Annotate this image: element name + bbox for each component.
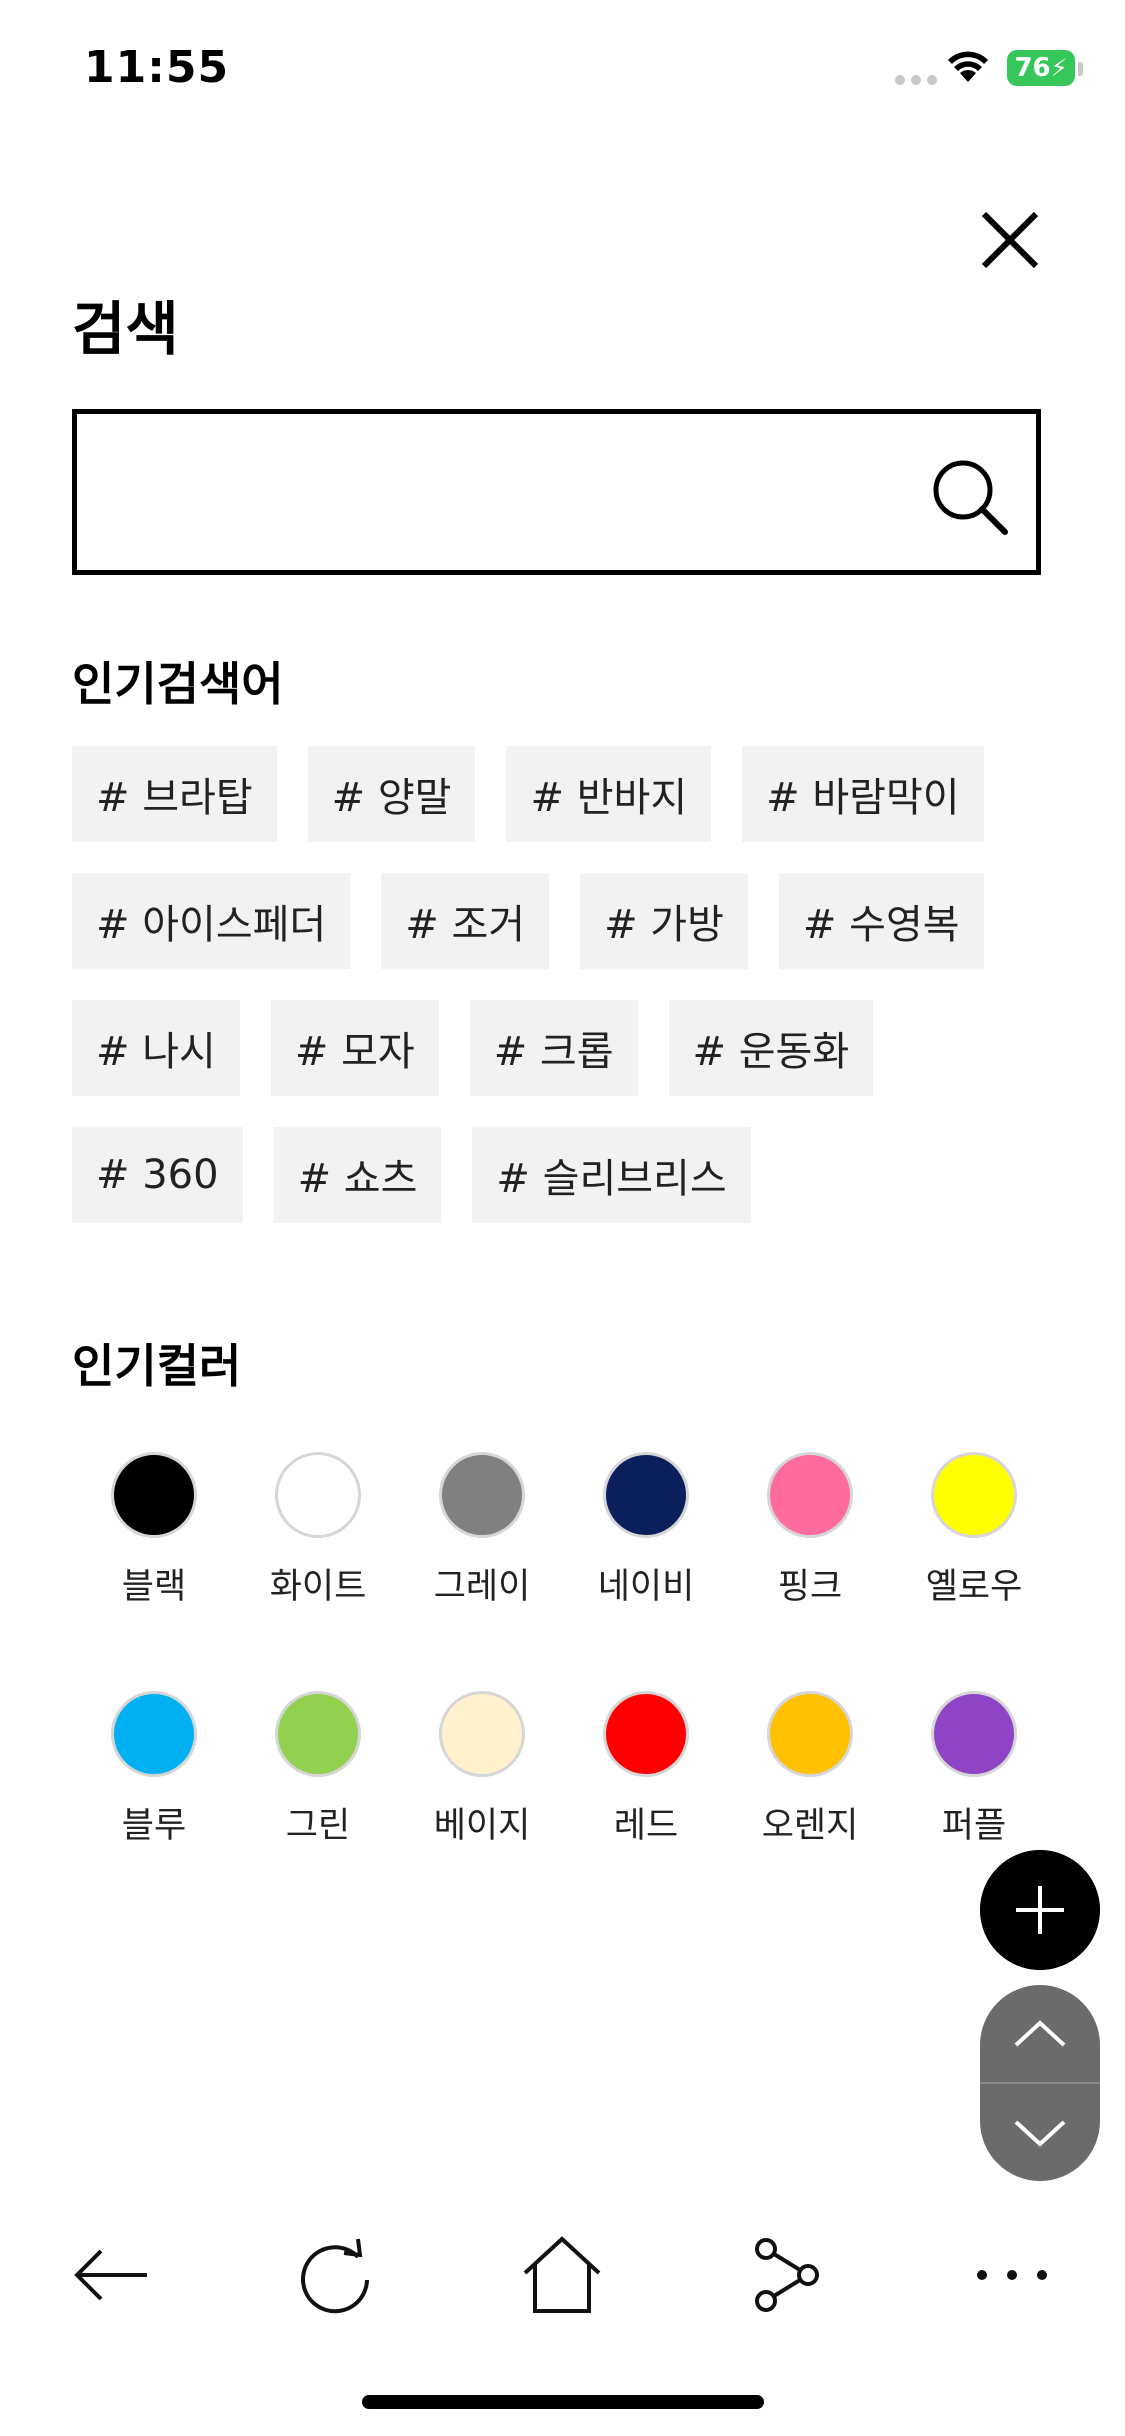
color-option-purple[interactable]: 퍼플 xyxy=(892,1691,1056,1848)
color-option-yellow[interactable]: 옐로우 xyxy=(892,1452,1056,1609)
color-row: 블랙 화이트 그레이 네이비 핑크 옐로우 xyxy=(72,1452,1062,1609)
color-label: 그린 xyxy=(285,1806,351,1846)
scroll-controls xyxy=(980,1985,1100,2181)
wifi-icon xyxy=(948,51,988,82)
keyword-tag[interactable]: # 가방 xyxy=(580,873,748,969)
chevron-down-icon[interactable] xyxy=(980,2084,1100,2181)
color-label: 화이트 xyxy=(269,1567,367,1607)
color-option-pink[interactable]: 핑크 xyxy=(728,1452,892,1609)
refresh-icon[interactable] xyxy=(292,2235,382,2315)
keyword-tag[interactable]: # 양말 xyxy=(307,746,476,842)
keyword-tag[interactable]: # 아이스페더 xyxy=(72,873,351,969)
color-label: 블랙 xyxy=(121,1567,187,1607)
tag-row: # 나시 # 모자 # 크롭 # 운동화 xyxy=(72,1000,1072,1096)
color-label: 베이지 xyxy=(433,1806,531,1846)
color-label: 네이비 xyxy=(597,1567,695,1607)
color-swatch xyxy=(439,1691,525,1777)
share-icon[interactable] xyxy=(742,2235,832,2315)
color-option-red[interactable]: 레드 xyxy=(564,1691,728,1848)
battery-indicator: 76 ⚡ xyxy=(1007,50,1075,86)
battery-nub xyxy=(1078,62,1083,76)
color-label: 레드 xyxy=(613,1806,679,1846)
close-icon[interactable] xyxy=(970,200,1050,280)
color-swatch xyxy=(931,1691,1017,1777)
home-indicator xyxy=(362,2395,764,2409)
keyword-tag[interactable]: # 쇼츠 xyxy=(273,1127,442,1223)
color-option-black[interactable]: 블랙 xyxy=(72,1452,236,1609)
cellular-signal-icon xyxy=(895,75,937,85)
color-swatch xyxy=(275,1452,361,1538)
color-swatch xyxy=(603,1452,689,1538)
page-title: 검색 xyxy=(72,295,179,363)
color-option-green[interactable]: 그린 xyxy=(236,1691,400,1848)
color-label: 핑크 xyxy=(777,1567,843,1607)
status-time: 11:55 xyxy=(84,42,230,93)
arrow-left-icon[interactable] xyxy=(67,2235,157,2315)
color-option-beige[interactable]: 베이지 xyxy=(400,1691,564,1848)
color-label: 블루 xyxy=(121,1806,187,1846)
color-swatch xyxy=(767,1691,853,1777)
color-grid: 블랙 화이트 그레이 네이비 핑크 옐로우 블루 그린 베이지 레드 오렌지 퍼… xyxy=(72,1452,1062,1930)
color-option-orange[interactable]: 오렌지 xyxy=(728,1691,892,1848)
color-option-white[interactable]: 화이트 xyxy=(236,1452,400,1609)
color-swatch xyxy=(275,1691,361,1777)
color-option-blue[interactable]: 블루 xyxy=(72,1691,236,1848)
color-swatch xyxy=(439,1452,525,1538)
keyword-tag[interactable]: # 나시 xyxy=(72,1000,240,1096)
color-swatch xyxy=(931,1452,1017,1538)
tag-row: # 브라탑 # 양말 # 반바지 # 바람막이 xyxy=(72,746,1072,842)
color-swatch xyxy=(603,1691,689,1777)
color-row: 블루 그린 베이지 레드 오렌지 퍼플 xyxy=(72,1691,1062,1848)
color-option-gray[interactable]: 그레이 xyxy=(400,1452,564,1609)
color-swatch xyxy=(111,1452,197,1538)
more-icon[interactable] xyxy=(967,2235,1057,2315)
color-label: 퍼플 xyxy=(941,1806,1007,1846)
keyword-tag[interactable]: # 크롭 xyxy=(469,1000,638,1096)
keyword-tag[interactable]: # 운동화 xyxy=(668,1000,874,1096)
tag-row: # 아이스페더 # 조거 # 가방 # 수영복 xyxy=(72,873,1072,969)
keyword-tag[interactable]: # 브라탑 xyxy=(72,746,277,842)
tag-row: # 360 # 쇼츠 # 슬리브리스 xyxy=(72,1127,1072,1223)
color-label: 그레이 xyxy=(433,1567,531,1607)
keyword-tag[interactable]: # 모자 xyxy=(270,1000,439,1096)
color-option-navy[interactable]: 네이비 xyxy=(564,1452,728,1609)
keyword-tag[interactable]: # 360 xyxy=(72,1127,243,1223)
color-swatch xyxy=(767,1452,853,1538)
home-icon[interactable] xyxy=(517,2235,607,2315)
keyword-tag[interactable]: # 수영복 xyxy=(778,873,984,969)
chevron-up-icon[interactable] xyxy=(980,1985,1100,2082)
keyword-tag[interactable]: # 바람막이 xyxy=(742,746,984,842)
search-box xyxy=(72,409,1041,575)
keyword-tag[interactable]: # 슬리브리스 xyxy=(472,1127,751,1223)
search-icon[interactable] xyxy=(925,452,1015,542)
color-label: 옐로우 xyxy=(925,1567,1023,1607)
search-input[interactable] xyxy=(101,444,925,542)
popular-colors-title: 인기컬러 xyxy=(72,1339,242,1393)
popular-keyword-tags: # 브라탑 # 양말 # 반바지 # 바람막이 # 아이스페더 # 조거 # 가… xyxy=(72,746,1072,1254)
battery-level: 76 xyxy=(1014,53,1051,83)
color-label: 오렌지 xyxy=(761,1806,859,1846)
color-swatch xyxy=(111,1691,197,1777)
plus-icon[interactable] xyxy=(980,1850,1100,1970)
popular-keywords-title: 인기검색어 xyxy=(72,657,284,711)
keyword-tag[interactable]: # 조거 xyxy=(381,873,550,969)
keyword-tag[interactable]: # 반바지 xyxy=(506,746,712,842)
charging-icon: ⚡ xyxy=(1050,54,1068,82)
